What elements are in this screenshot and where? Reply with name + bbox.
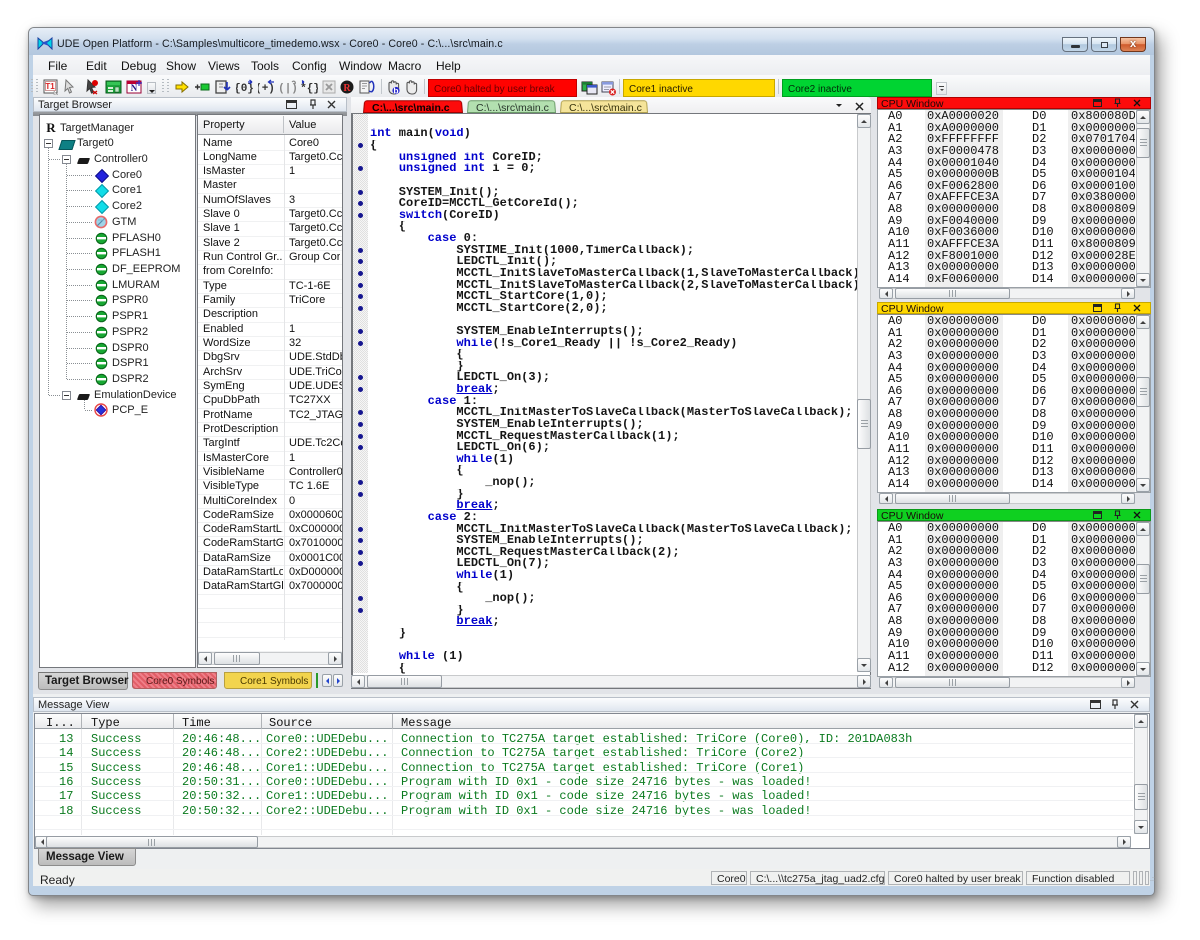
svg-text:b: b: [393, 86, 398, 95]
svg-text:T1: T1: [45, 82, 55, 91]
svg-text:R: R: [343, 83, 351, 94]
svg-text:{0}: {0}: [236, 83, 253, 95]
svg-text:(+): (+): [258, 83, 275, 95]
svg-text:*{}: *{}: [301, 83, 318, 95]
svg-text:(|): (|): [280, 83, 297, 95]
svg-text:N: N: [131, 83, 138, 93]
